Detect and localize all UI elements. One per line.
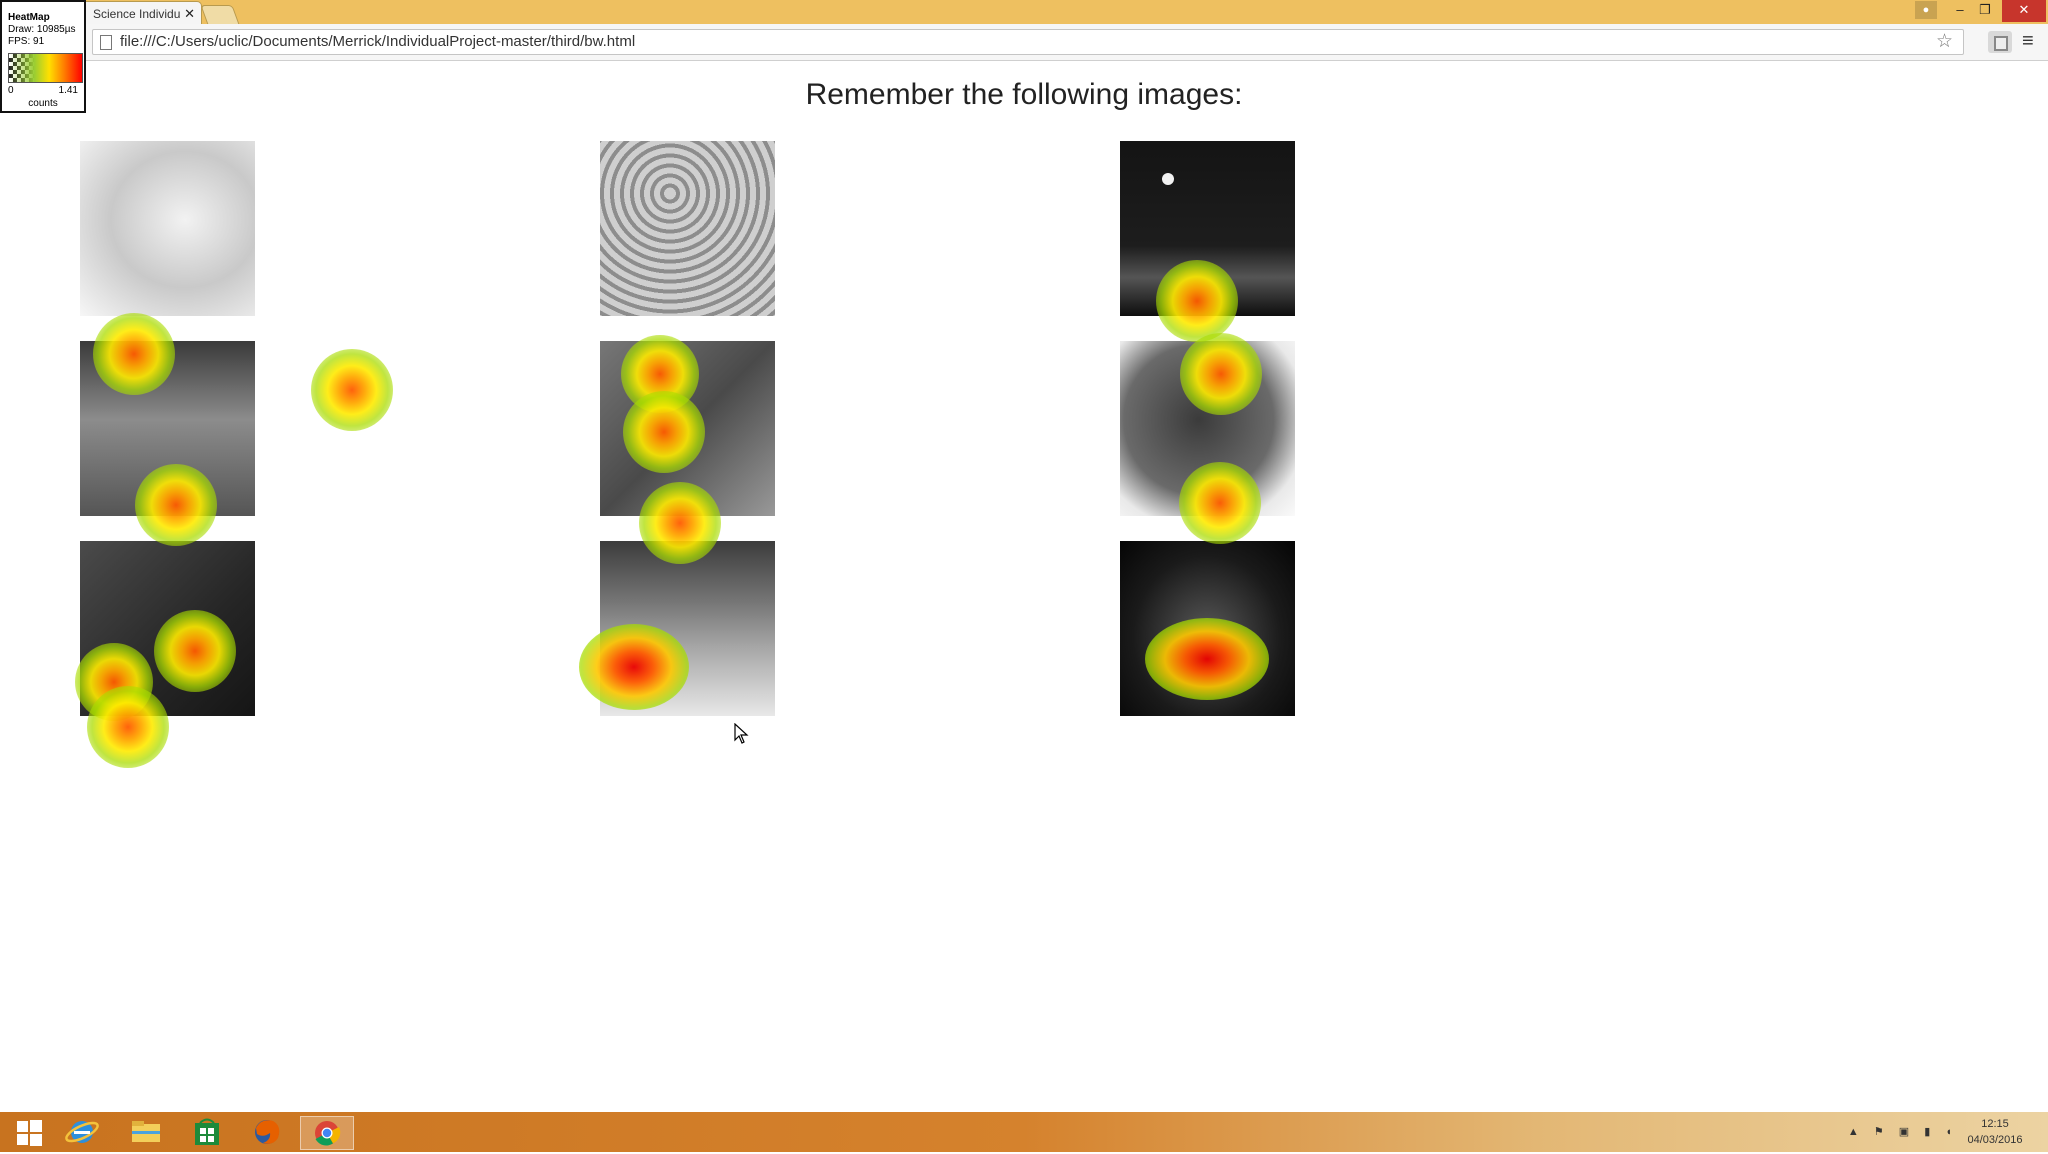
clock-date: 04/03/2016 xyxy=(1967,1134,2023,1146)
user-icon[interactable]: ● xyxy=(1915,1,1937,19)
file-explorer-icon[interactable] xyxy=(120,1116,172,1148)
taskbar: ▲ ⚑ ▣ ▮ ◖ 12:15 04/03/2016 xyxy=(0,1112,2048,1152)
image-ring-chocolates xyxy=(80,541,255,716)
image-jar-beads xyxy=(1120,541,1295,716)
page-icon xyxy=(100,35,112,50)
address-toolbar: file:///C:/Users/uclic/Documents/Merrick… xyxy=(0,24,2048,61)
taskbar-clock[interactable]: 12:15 04/03/2016 xyxy=(1960,1116,2030,1148)
bookmark-star-icon[interactable]: ☆ xyxy=(1936,30,1953,54)
url-text[interactable]: file:///C:/Users/uclic/Documents/Merrick… xyxy=(120,30,635,54)
image-donkey xyxy=(600,341,775,516)
mouse-cursor-icon xyxy=(734,723,749,744)
image-bananas xyxy=(80,141,255,316)
browser-tab[interactable]: Science Individu ✕ xyxy=(80,1,202,26)
tab-title: Science Individu xyxy=(93,7,181,21)
tab-close-icon[interactable]: ✕ xyxy=(184,2,195,26)
new-tab-button[interactable] xyxy=(200,5,240,25)
image-moon-landscape xyxy=(1120,141,1295,316)
close-window-button[interactable]: ✕ xyxy=(2002,0,2046,22)
extension-icon[interactable] xyxy=(1988,31,2012,53)
image-strawberry-tart xyxy=(1120,341,1295,516)
store-icon[interactable] xyxy=(182,1116,234,1148)
gaze-heat-spot xyxy=(311,349,393,431)
browser-menu-icon[interactable]: ≡ xyxy=(2022,29,2034,53)
firefox-icon[interactable] xyxy=(243,1116,295,1148)
start-button-icon[interactable] xyxy=(5,1116,57,1148)
image-runner-field xyxy=(600,541,775,716)
browser-titlebar: Science Individu ✕ ● – ❐ ✕ xyxy=(0,0,2048,26)
heatmap-fps: FPS: 91 xyxy=(8,36,45,47)
address-bar[interactable]: file:///C:/Users/uclic/Documents/Merrick… xyxy=(92,29,1964,55)
system-tray-icons[interactable]: ▲ ⚑ ▣ ▮ ◖ xyxy=(1848,1125,1958,1138)
image-sand-feet xyxy=(600,141,775,316)
minimize-button[interactable]: – xyxy=(1947,0,1973,22)
clock-time: 12:15 xyxy=(1981,1118,2009,1130)
moon-shape xyxy=(1162,173,1174,185)
heatmap-title: HeatMap xyxy=(8,12,50,23)
internet-explorer-icon[interactable] xyxy=(58,1116,110,1148)
restore-button[interactable]: ❐ xyxy=(1972,0,1998,22)
image-toy-figure xyxy=(80,341,255,516)
page-heading: Remember the following images: xyxy=(805,78,1243,111)
chrome-icon[interactable] xyxy=(300,1116,354,1150)
heatmap-draw-time: Draw: 10985µs xyxy=(8,24,76,35)
